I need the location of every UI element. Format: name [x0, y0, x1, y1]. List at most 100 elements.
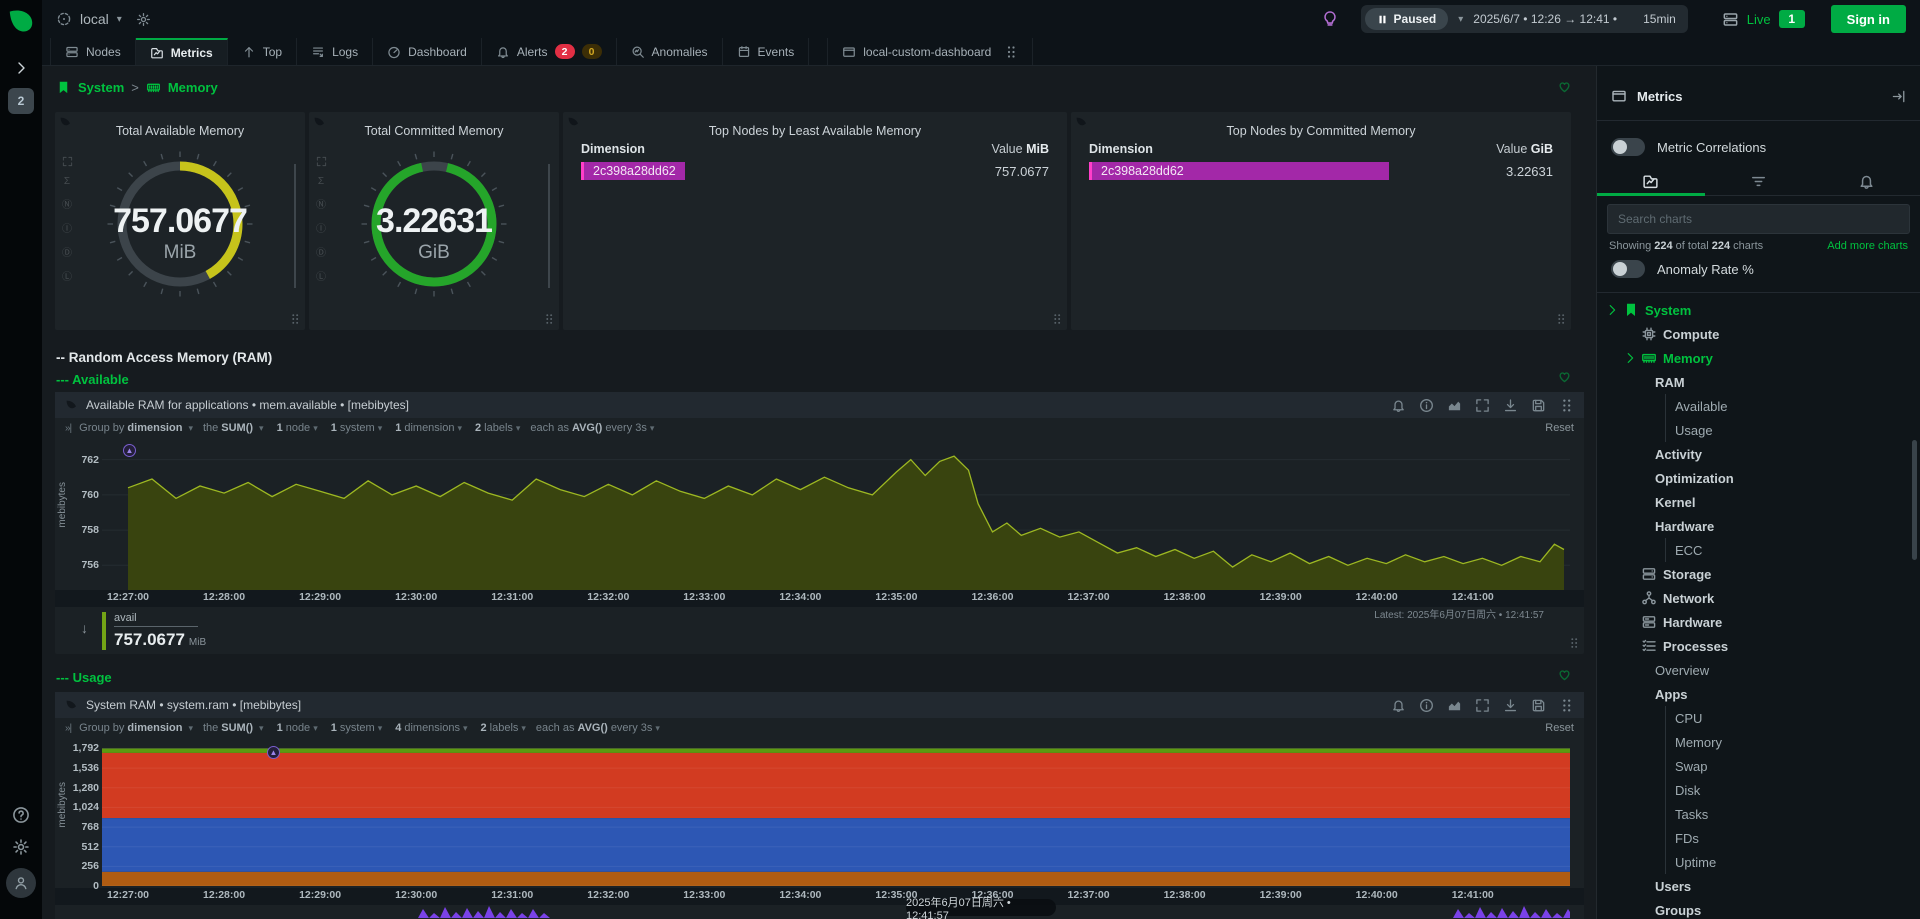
space-badge[interactable]: 2	[8, 88, 34, 114]
save-icon[interactable]	[1531, 698, 1546, 713]
download-icon[interactable]	[1503, 398, 1518, 413]
available-chart-plot[interactable]	[102, 442, 1570, 590]
resize-rule[interactable]	[548, 164, 550, 288]
space-picker[interactable]: local ▾	[56, 11, 151, 27]
favorite-icon[interactable]	[1557, 667, 1572, 682]
anomaly-rate-toggle[interactable]	[1611, 260, 1645, 278]
anomaly-bulb-icon[interactable]	[1321, 10, 1339, 28]
tree-item-hardware[interactable]: Hardware	[1597, 610, 1920, 634]
time-range-picker[interactable]: Paused ▾ 2025/6/7 • 12:26 → 12:41 • 15mi…	[1361, 5, 1688, 33]
drag-handle-icon[interactable]	[1004, 45, 1018, 59]
dimension-header[interactable]: Dimension	[581, 142, 645, 156]
help-icon[interactable]	[12, 806, 30, 824]
tree-item-activity[interactable]: Activity	[1597, 442, 1920, 466]
legend-dimension-name[interactable]: avail	[114, 612, 198, 627]
tree-item-processes[interactable]: Processes	[1597, 634, 1920, 658]
metric-correlations-toggle[interactable]	[1611, 138, 1645, 156]
dimension-chip[interactable]: 2c398a28dd62	[1089, 162, 1389, 180]
fullscreen-icon[interactable]	[1475, 698, 1490, 713]
toolbar-item[interactable]: 1 system▾	[328, 422, 383, 434]
alerts-icon[interactable]	[1391, 698, 1406, 713]
info-icon[interactable]	[1419, 398, 1434, 413]
toolbar-item[interactable]: 2 labels▾	[472, 422, 520, 434]
tree-item-available[interactable]: Available	[1597, 394, 1920, 418]
tab-logs[interactable]: Logs	[297, 38, 373, 65]
toolbar-item[interactable]: 1 system▾	[328, 722, 383, 734]
breadcrumb-section[interactable]: System	[78, 80, 124, 95]
tree-item-swap[interactable]: Swap	[1597, 754, 1920, 778]
skip-icon[interactable]: »|	[65, 723, 71, 734]
chevron-right-icon[interactable]	[1623, 351, 1637, 365]
reset-button[interactable]: Reset	[1545, 722, 1574, 734]
value-header[interactable]: Value	[992, 142, 1023, 156]
tree-item-uptime[interactable]: Uptime	[1597, 850, 1920, 874]
tree-item-hardware[interactable]: Hardware	[1597, 514, 1920, 538]
toolbar-item[interactable]: the SUM()▾	[203, 422, 264, 434]
usage-chart-plot[interactable]	[102, 744, 1570, 886]
drag-handle-icon[interactable]	[1052, 313, 1062, 325]
tree-item-tasks[interactable]: Tasks	[1597, 802, 1920, 826]
skip-icon[interactable]: »|	[65, 423, 71, 434]
drag-handle-icon[interactable]	[1559, 698, 1574, 713]
expand-rail-icon[interactable]	[13, 60, 29, 76]
tree-item-compute[interactable]: Compute	[1597, 322, 1920, 346]
table-row[interactable]: 2c398a28dd62 3.22631	[1089, 162, 1553, 180]
live-count-badge[interactable]: 1	[1779, 10, 1805, 28]
tab-nodes[interactable]: Nodes	[50, 38, 136, 65]
toolbar-item[interactable]: each as AVG() every 3s▾	[536, 722, 660, 734]
dimension-header[interactable]: Dimension	[1089, 142, 1153, 156]
tree-item-apps[interactable]: Apps	[1597, 682, 1920, 706]
dimension-chip[interactable]: 2c398a28dd62	[581, 162, 685, 180]
tree-item-overview[interactable]: Overview	[1597, 658, 1920, 682]
toolbar-item[interactable]: 1 node▾	[274, 422, 318, 434]
tab-metrics[interactable]: Metrics	[136, 38, 228, 65]
tree-item-optimization[interactable]: Optimization	[1597, 466, 1920, 490]
scrollbar[interactable]	[1912, 440, 1917, 560]
toolbar-item[interactable]: Group by dimension▾	[79, 722, 193, 734]
nodes-icon[interactable]	[1722, 11, 1739, 28]
search-input[interactable]	[1607, 204, 1910, 234]
tree-item-memory[interactable]: Memory	[1597, 346, 1920, 370]
toolbar-item[interactable]: Group by dimension▾	[79, 422, 193, 434]
fullscreen-icon[interactable]	[1475, 398, 1490, 413]
arrow-down-icon[interactable]: ↓	[81, 620, 88, 636]
tree-item-system[interactable]: System	[1597, 298, 1920, 322]
info-icon[interactable]	[1419, 698, 1434, 713]
tab-top[interactable]: Top	[228, 38, 297, 65]
favorite-icon[interactable]	[1557, 369, 1572, 384]
chevron-right-icon[interactable]	[1605, 303, 1619, 317]
anomaly-marker-icon[interactable]: ▲	[123, 444, 136, 457]
tab-filters[interactable]	[1705, 168, 1813, 195]
toolbar-item[interactable]: each as AVG() every 3s▾	[530, 422, 654, 434]
tab-alerts[interactable]: Alerts20	[482, 38, 617, 65]
drag-handle-icon[interactable]	[544, 313, 554, 325]
chevron-down-icon[interactable]: ▾	[1458, 14, 1463, 25]
favorite-icon[interactable]	[1557, 79, 1572, 94]
fullscreen-icon[interactable]	[62, 156, 73, 167]
avatar[interactable]	[6, 868, 36, 898]
resize-rule[interactable]	[294, 164, 296, 288]
tree-item-memory[interactable]: Memory	[1597, 730, 1920, 754]
tree-item-fds[interactable]: FDs	[1597, 826, 1920, 850]
toolbar-item[interactable]: 2 labels▾	[478, 722, 526, 734]
tab-dashboard[interactable]: Dashboard	[373, 38, 482, 65]
collapse-sidebar-icon[interactable]	[1891, 89, 1906, 104]
save-icon[interactable]	[1531, 398, 1546, 413]
drag-handle-icon[interactable]	[1569, 637, 1579, 649]
value-header[interactable]: Value	[1496, 142, 1527, 156]
space-settings-icon[interactable]	[136, 12, 151, 27]
tab-events[interactable]: Events	[723, 38, 810, 65]
settings-icon[interactable]	[12, 838, 30, 856]
toolbar-item[interactable]: 1 dimension▾	[392, 422, 462, 434]
tree-item-storage[interactable]: Storage	[1597, 562, 1920, 586]
chart-type-icon[interactable]	[1447, 398, 1462, 413]
chevron-down-icon[interactable]: ▾	[117, 14, 122, 25]
tree-item-usage[interactable]: Usage	[1597, 418, 1920, 442]
netdata-logo-icon[interactable]	[6, 6, 36, 36]
tree-item-kernel[interactable]: Kernel	[1597, 490, 1920, 514]
tree-item-users[interactable]: Users	[1597, 874, 1920, 898]
toolbar-item[interactable]: 4 dimensions▾	[392, 722, 467, 734]
download-icon[interactable]	[1503, 698, 1518, 713]
toolbar-item[interactable]: 1 node▾	[274, 722, 318, 734]
tree-item-network[interactable]: Network	[1597, 586, 1920, 610]
